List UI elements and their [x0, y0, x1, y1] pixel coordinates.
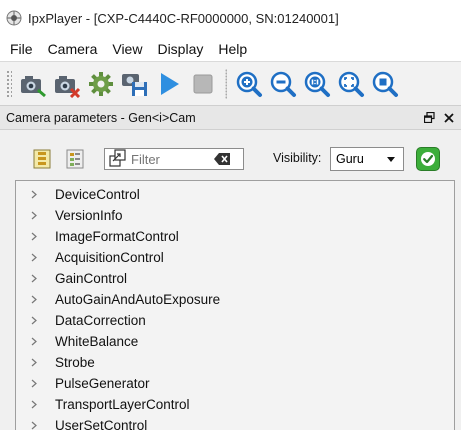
chevron-right-icon[interactable]	[30, 190, 38, 199]
chevron-right-icon[interactable]	[30, 358, 38, 367]
zoom-fit-icon[interactable]	[334, 67, 368, 101]
tree-item[interactable]: AcquisitionControl	[16, 247, 454, 268]
filter-input[interactable]	[131, 151, 203, 167]
visibility-value: Guru	[336, 152, 364, 166]
visibility-select[interactable]: Guru	[330, 147, 404, 171]
app-logo-icon	[6, 10, 22, 26]
camera-connect-icon[interactable]	[16, 67, 50, 101]
tree-item[interactable]: AutoGainAndAutoExposure	[16, 289, 454, 310]
clear-filter-icon[interactable]	[213, 152, 231, 169]
tree-item-label: ImageFormatControl	[55, 229, 179, 244]
chevron-right-icon[interactable]	[30, 379, 38, 388]
close-panel-icon[interactable]	[441, 110, 457, 126]
tree-item-label: AutoGainAndAutoExposure	[55, 292, 221, 307]
tree-item-label: VersionInfo	[55, 208, 123, 223]
zoom-window-icon[interactable]	[368, 67, 402, 101]
window-title: IpxPlayer - [CXP-C4440C-RF0000000, SN:01…	[28, 10, 339, 26]
tree-item[interactable]: UserSetControl	[16, 415, 454, 430]
tree-item[interactable]: DataCorrection	[16, 310, 454, 331]
menu-camera[interactable]: Camera	[42, 41, 107, 57]
toolbar-separator	[225, 68, 227, 99]
menu-display[interactable]: Display	[151, 41, 212, 57]
parameter-tree[interactable]: DeviceControl VersionInfo ImageFormatContr…	[15, 180, 455, 430]
apply-button[interactable]	[416, 147, 440, 171]
chevron-right-icon[interactable]	[30, 316, 38, 325]
chevron-right-icon[interactable]	[30, 400, 38, 409]
chevron-right-icon[interactable]	[30, 337, 38, 346]
tree-item-label: AcquisitionControl	[55, 250, 164, 265]
tree-item[interactable]: DeviceControl	[16, 184, 454, 205]
visibility-label: Visibility:	[273, 151, 322, 165]
tree-item[interactable]: GainControl	[16, 268, 454, 289]
tree-item[interactable]: PulseGenerator	[16, 373, 454, 394]
menu-file[interactable]: File	[4, 41, 42, 57]
checkmark-icon	[421, 152, 435, 166]
chevron-right-icon[interactable]	[30, 274, 38, 283]
tree-item[interactable]: ImageFormatControl	[16, 226, 454, 247]
tree-item-label: GainControl	[55, 271, 128, 286]
filter-field[interactable]	[104, 148, 244, 170]
tree-item-label: Strobe	[55, 355, 95, 370]
chevron-right-icon[interactable]	[30, 211, 38, 220]
tree-item[interactable]: TransportLayerControl	[16, 394, 454, 415]
float-panel-icon[interactable]	[421, 110, 437, 126]
stop-icon[interactable]	[186, 67, 220, 101]
tree-item[interactable]: WhiteBalance	[16, 331, 454, 352]
tree-item[interactable]: Strobe	[16, 352, 454, 373]
tree-item-label: WhiteBalance	[55, 334, 139, 349]
play-icon[interactable]	[152, 67, 186, 101]
tree-item[interactable]: VersionInfo	[16, 205, 454, 226]
tree-item-label: DeviceControl	[55, 187, 140, 202]
panel-title: Camera parameters - Gen<i>Cam	[6, 110, 196, 125]
chevron-right-icon[interactable]	[30, 421, 38, 430]
zoom-1to1-icon[interactable]	[300, 67, 334, 101]
chevron-right-icon[interactable]	[30, 253, 38, 262]
filter-icon	[109, 148, 127, 170]
settings-gear-icon[interactable]	[84, 67, 118, 101]
menu-bar: File Camera View Display Help	[0, 36, 461, 62]
title-bar: IpxPlayer - [CXP-C4440C-RF0000000, SN:01…	[0, 0, 461, 36]
chevron-down-icon	[387, 157, 395, 162]
chevron-right-icon[interactable]	[30, 295, 38, 304]
zoom-in-icon[interactable]	[232, 67, 266, 101]
tree-item-label: PulseGenerator	[55, 376, 150, 391]
panel-title-bar: Camera parameters - Gen<i>Cam	[0, 106, 461, 130]
camera-disconnect-icon[interactable]	[50, 67, 84, 101]
zoom-out-icon[interactable]	[266, 67, 300, 101]
toolbar	[0, 62, 461, 106]
tree-item-label: DataCorrection	[55, 313, 146, 328]
toolbar-grip[interactable]	[6, 69, 12, 98]
menu-help[interactable]: Help	[212, 41, 256, 57]
menu-view[interactable]: View	[106, 41, 151, 57]
chevron-right-icon[interactable]	[30, 232, 38, 241]
tree-item-label: UserSetControl	[55, 418, 148, 430]
collapse-all-icon[interactable]	[66, 149, 84, 169]
expand-all-icon[interactable]	[33, 149, 51, 169]
save-camera-config-icon[interactable]	[118, 67, 152, 101]
tree-item-label: TransportLayerControl	[55, 397, 190, 412]
